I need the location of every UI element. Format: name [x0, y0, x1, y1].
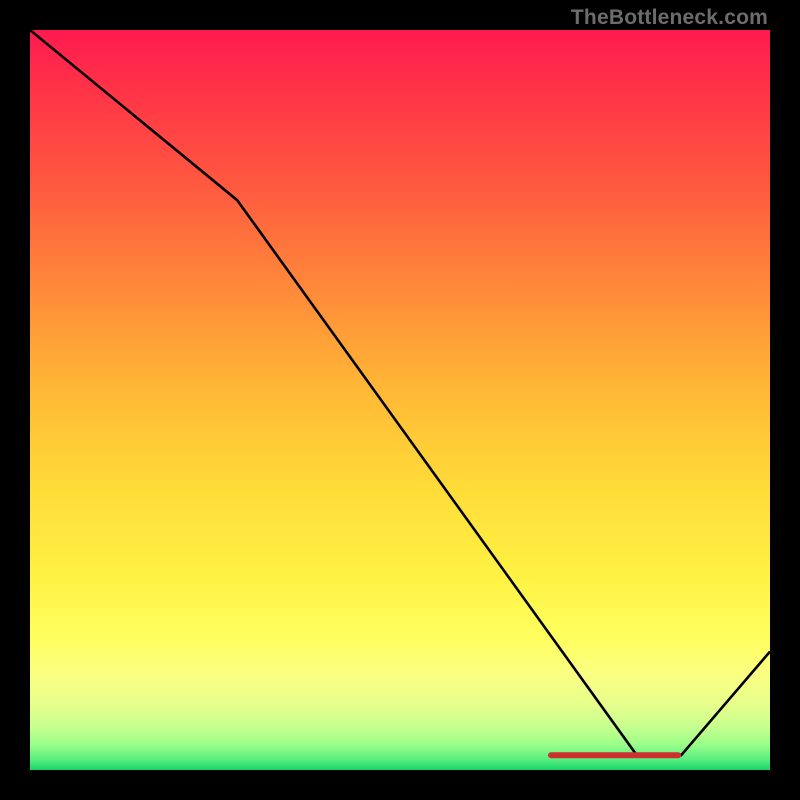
watermark-text: TheBottleneck.com	[571, 6, 768, 30]
chart-svg	[30, 30, 770, 770]
plot-area	[30, 30, 770, 770]
marker-strip	[548, 752, 681, 758]
series-line	[30, 30, 770, 755]
chart-stage: TheBottleneck.com	[0, 0, 800, 800]
